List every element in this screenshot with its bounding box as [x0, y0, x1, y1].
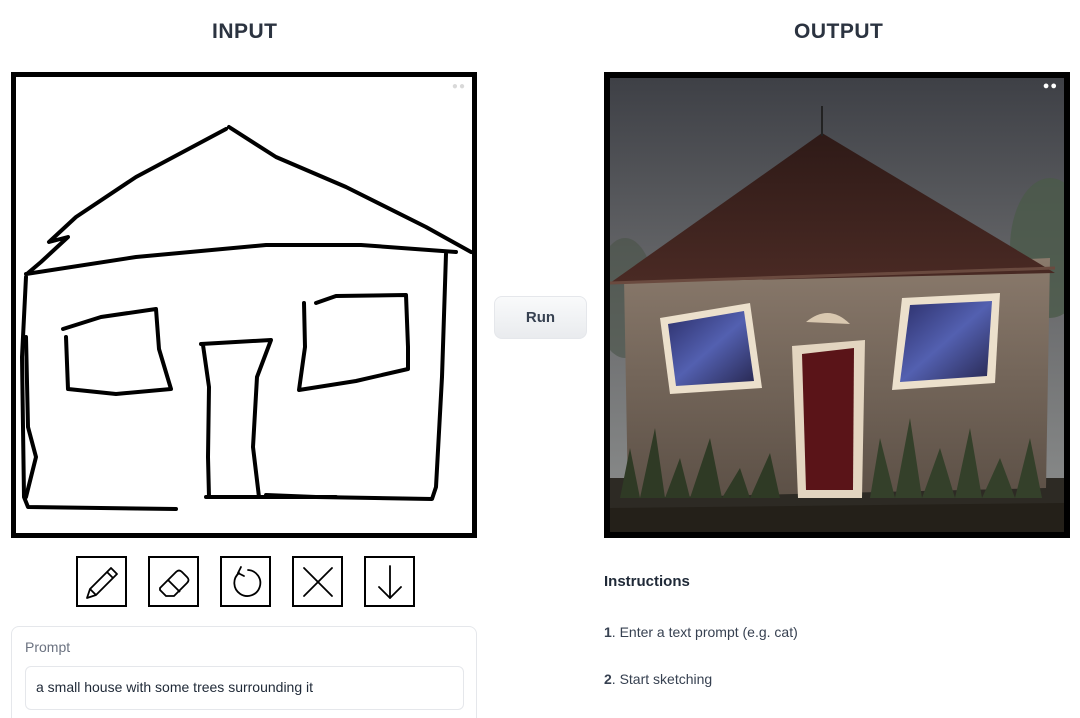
sketch-canvas[interactable]: ●● [11, 72, 477, 538]
prompt-label: Prompt [25, 639, 71, 655]
output-menu-icon[interactable]: ●● [1043, 80, 1058, 92]
eraser-icon [158, 569, 189, 597]
undo-icon [232, 565, 261, 597]
house-sketch [20, 125, 472, 511]
pencil-button[interactable] [76, 556, 127, 607]
canvas-menu-icon[interactable]: ●● [452, 81, 466, 92]
instruction-step: 1. Enter a text prompt (e.g. cat) [604, 624, 798, 640]
prompt-input[interactable]: a small house with some trees surroundin… [25, 666, 464, 710]
sketch-toolbar [76, 556, 415, 607]
pencil-icon [85, 566, 118, 599]
prompt-panel: Prompt a small house with some trees sur… [11, 626, 477, 718]
download-button[interactable] [364, 556, 415, 607]
clear-button[interactable] [292, 556, 343, 607]
download-icon [377, 564, 402, 599]
generated-house-image [610, 78, 1064, 532]
clear-icon [302, 566, 333, 597]
instructions-panel: Instructions 1. Enter a text prompt (e.g… [604, 573, 798, 687]
output-heading: OUTPUT [794, 20, 884, 43]
instruction-step: 2. Start sketching [604, 671, 713, 687]
undo-button[interactable] [220, 556, 271, 607]
instructions-title: Instructions [604, 573, 690, 590]
input-heading: INPUT [212, 20, 278, 43]
eraser-button[interactable] [148, 556, 199, 607]
run-button[interactable]: Run [494, 296, 587, 339]
output-image: ●● [604, 72, 1070, 538]
